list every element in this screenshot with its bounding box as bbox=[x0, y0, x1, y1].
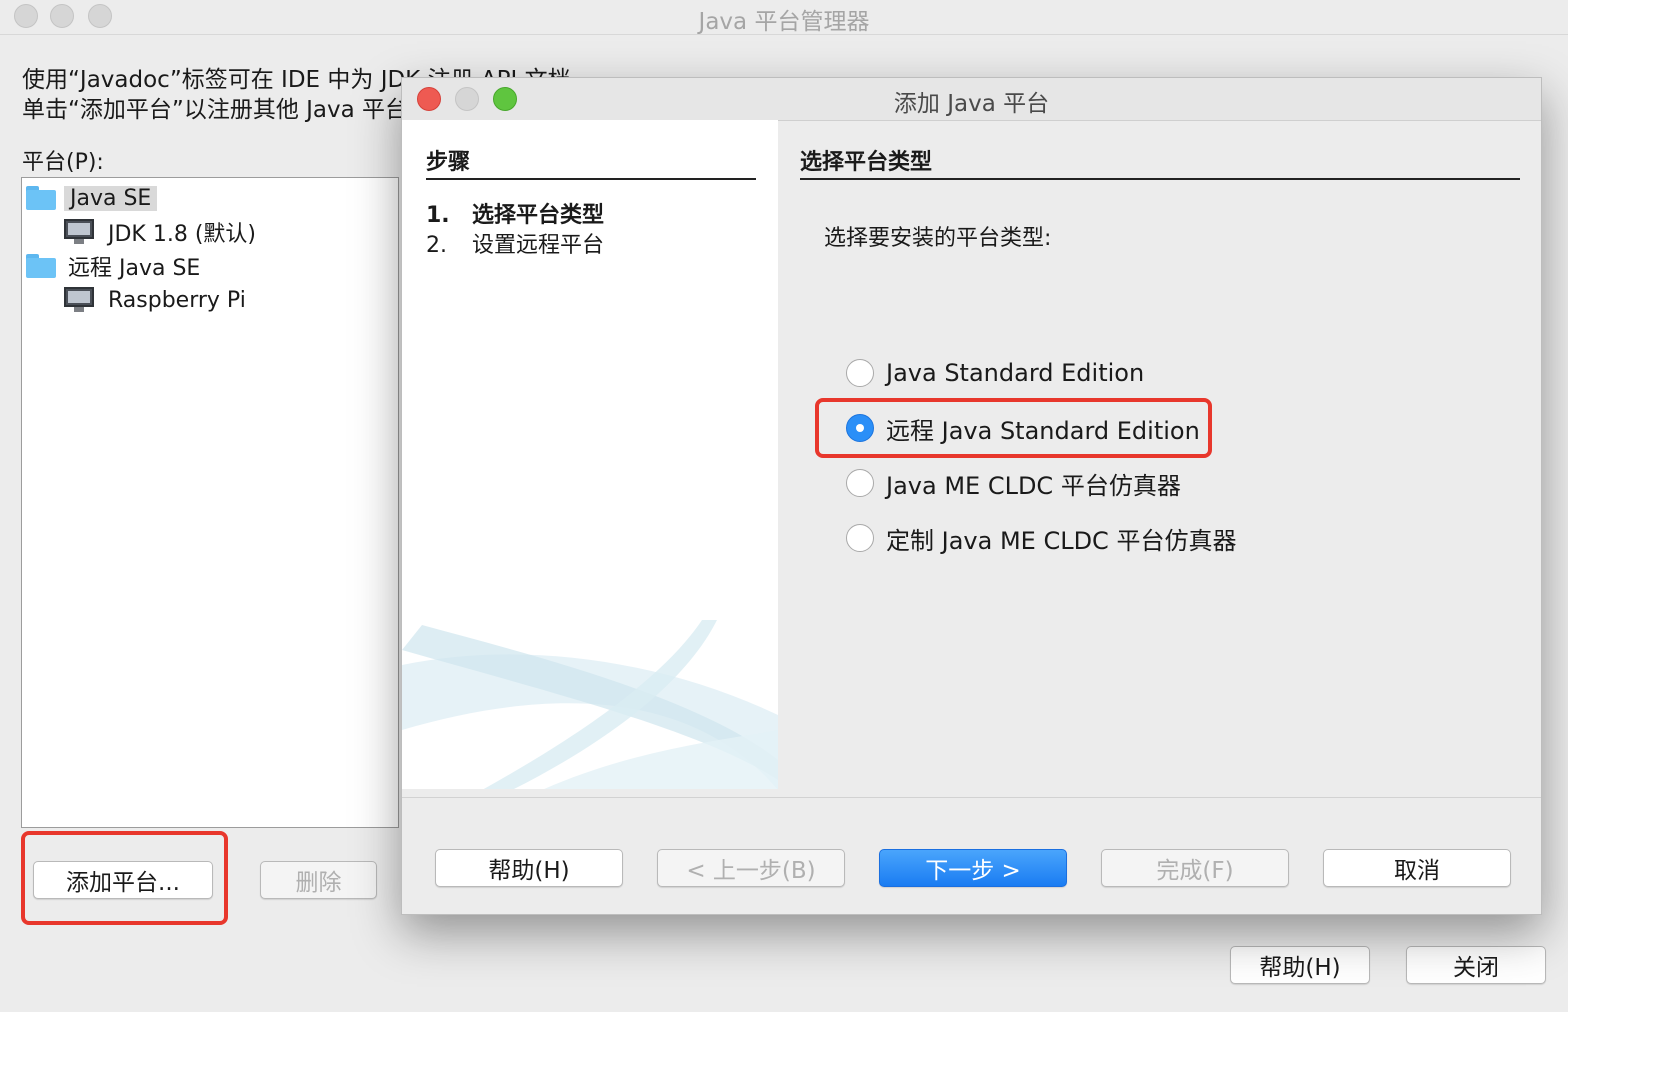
tree-item-label: Java SE bbox=[64, 185, 158, 211]
step-2: 2. 设置远程平台 bbox=[426, 233, 605, 258]
instruction-line-2: 单击“添加平台”以注册其他 Java 平台 bbox=[22, 97, 409, 123]
dialog-help-button[interactable]: 帮助(H) bbox=[435, 849, 623, 887]
steps-pane: 步骤 1. 选择平台类型 2. 设置远程平台 bbox=[402, 120, 778, 789]
cancel-button[interactable]: 取消 bbox=[1323, 849, 1511, 887]
tree-item-jdk-18[interactable]: JDK 1.8 (默认) bbox=[64, 216, 256, 248]
dialog-titlebar: 添加 Java 平台 bbox=[402, 78, 1541, 121]
radio-button[interactable] bbox=[846, 469, 874, 497]
main-window-titlebar: Java 平台管理器 bbox=[0, 0, 1568, 35]
option-java-me-cldc[interactable]: Java ME CLDC 平台仿真器 bbox=[846, 465, 1181, 501]
option-java-se[interactable]: Java Standard Edition bbox=[846, 355, 1144, 391]
tree-item-label: 远程 Java SE bbox=[68, 256, 201, 281]
tree-item-label: Raspberry Pi bbox=[108, 287, 246, 313]
option-label: Java Standard Edition bbox=[886, 359, 1145, 387]
dialog-title: 添加 Java 平台 bbox=[893, 91, 1050, 117]
content-header: 选择平台类型 bbox=[800, 144, 1520, 180]
radio-button[interactable] bbox=[846, 524, 874, 552]
option-label: Java ME CLDC 平台仿真器 bbox=[886, 471, 1181, 500]
tree-item-raspberry-pi[interactable]: Raspberry Pi bbox=[64, 284, 246, 316]
option-custom-java-me-cldc[interactable]: 定制 Java ME CLDC 平台仿真器 bbox=[846, 520, 1236, 556]
main-help-button[interactable]: 帮助(H) bbox=[1230, 946, 1370, 984]
steps-header: 步骤 bbox=[426, 144, 756, 180]
tree-item-label: JDK 1.8 (默认) bbox=[108, 222, 256, 247]
remove-button[interactable]: 删除 bbox=[260, 861, 377, 899]
main-window-title: Java 平台管理器 bbox=[698, 9, 870, 35]
main-close-button[interactable]: 关闭 bbox=[1406, 946, 1546, 984]
dialog-separator bbox=[402, 797, 1541, 798]
platforms-label: 平台(P): bbox=[22, 150, 104, 175]
highlight-add-platform bbox=[21, 831, 228, 925]
add-platform-dialog: 添加 Java 平台 步骤 1. 选择平台类型 2. 设置远程平台 选择平台类型 选… bbox=[401, 77, 1542, 915]
folder-icon bbox=[26, 186, 56, 210]
computer-monitor-icon bbox=[64, 287, 94, 313]
highlight-remote-option bbox=[815, 398, 1212, 458]
back-button[interactable]: < 上一步(B) bbox=[657, 849, 845, 887]
platform-type-prompt: 选择要安装的平台类型: bbox=[824, 226, 1052, 251]
platform-tree[interactable]: Java SE JDK 1.8 (默认) 远程 Java SE Raspberr… bbox=[21, 177, 399, 828]
option-label: 定制 Java ME CLDC 平台仿真器 bbox=[886, 526, 1237, 555]
folder-icon bbox=[26, 254, 56, 278]
radio-button[interactable] bbox=[846, 359, 874, 387]
tree-item-remote-java-se[interactable]: 远程 Java SE bbox=[26, 250, 200, 282]
step-1: 1. 选择平台类型 bbox=[426, 203, 605, 228]
computer-monitor-icon bbox=[64, 219, 94, 245]
content-pane: 选择平台类型 选择要安装的平台类型: Java Standard Edition… bbox=[778, 120, 1541, 789]
decorative-swoosh-graphic bbox=[402, 620, 778, 789]
finish-button[interactable]: 完成(F) bbox=[1101, 849, 1289, 887]
next-button[interactable]: 下一步 > bbox=[879, 849, 1067, 887]
screen: Java 平台管理器 使用“Javadoc”标签可在 IDE 中为 JDK 注册… bbox=[0, 0, 1568, 1012]
tree-item-java-se[interactable]: Java SE bbox=[26, 182, 158, 214]
